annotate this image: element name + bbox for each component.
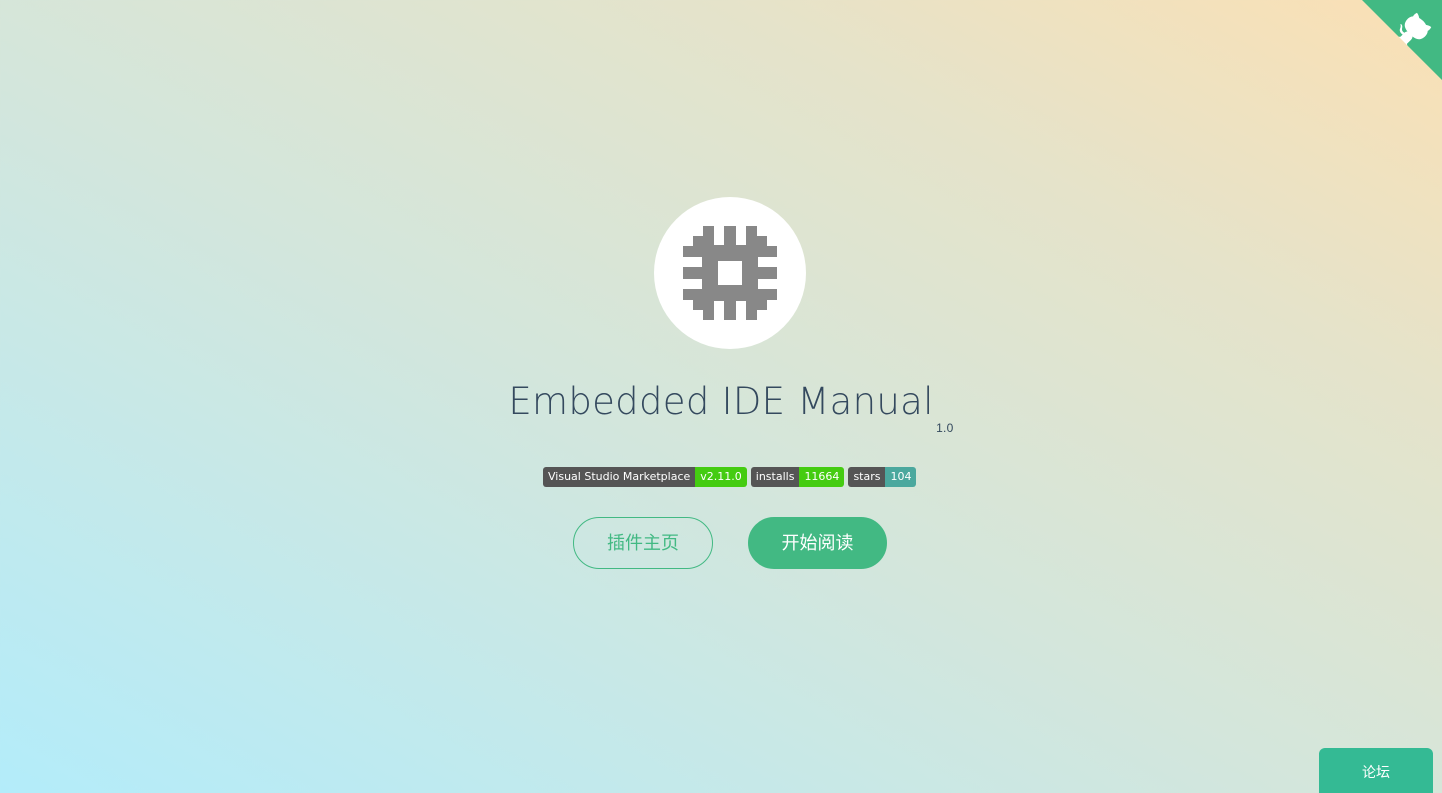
title-text: Embedded IDE Manual — [508, 380, 934, 423]
chip-icon — [683, 226, 777, 320]
stars-badge[interactable]: stars 104 — [848, 467, 917, 487]
badge-value: v2.11.0 — [695, 467, 747, 487]
badge-label: Visual Studio Marketplace — [543, 467, 696, 487]
logo-circle — [654, 197, 806, 349]
badge-value: 104 — [885, 467, 917, 487]
badge-row: Visual Studio Marketplace v2.11.0 instal… — [543, 467, 917, 487]
badge-label: stars — [848, 467, 886, 487]
start-reading-button[interactable]: 开始阅读 — [748, 517, 887, 569]
marketplace-badge[interactable]: Visual Studio Marketplace v2.11.0 — [543, 467, 747, 487]
title-wrap: Embedded IDE Manual 1.0 — [0, 380, 1442, 435]
badge-label: installs — [750, 467, 800, 487]
badge-value: 11664 — [799, 467, 845, 487]
forum-button[interactable]: 论坛 — [1319, 748, 1433, 793]
page-title: Embedded IDE Manual 1.0 — [508, 380, 953, 435]
version-label: 1.0 — [936, 421, 954, 435]
installs-badge[interactable]: installs 11664 — [750, 467, 845, 487]
plugin-home-button[interactable]: 插件主页 — [573, 517, 713, 569]
cover-page: Embedded IDE Manual 1.0 Visual Studio Ma… — [0, 0, 1442, 793]
